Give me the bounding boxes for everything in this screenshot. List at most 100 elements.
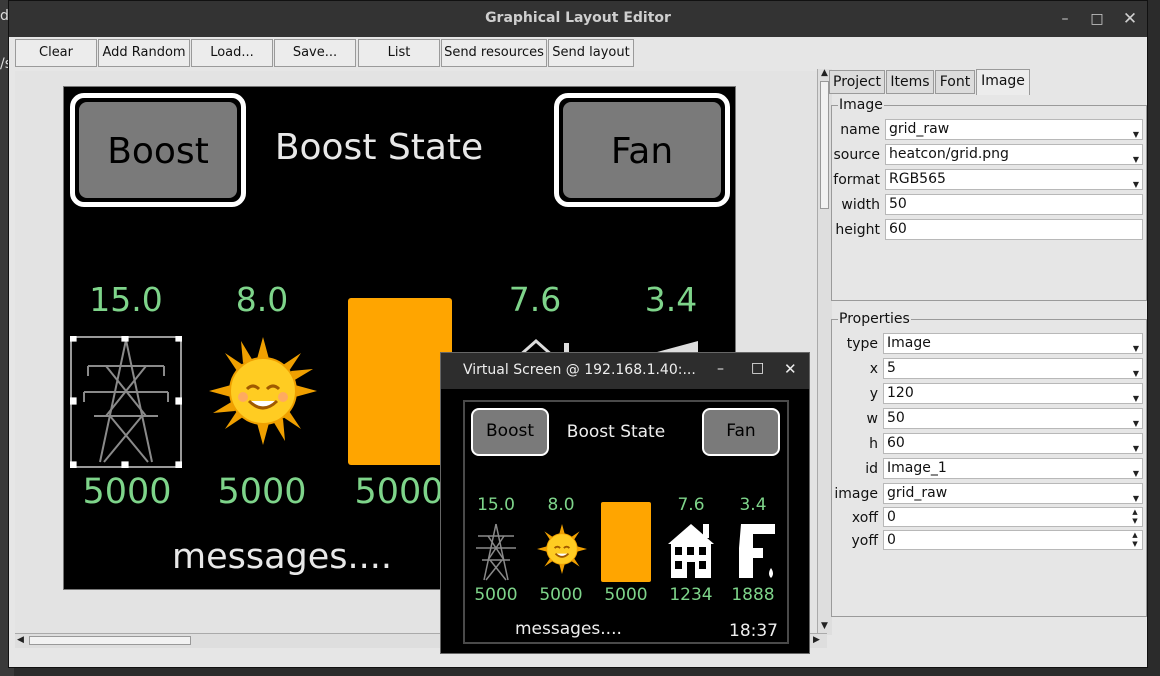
scroll-left-icon[interactable]: ◀ [17, 635, 24, 645]
virtual-display[interactable]: Boost Boost State Fan 15.0 8.0 7.6 3.4 5… [463, 400, 789, 644]
image-format-label: format [833, 172, 880, 188]
minimize-icon[interactable]: – [717, 361, 724, 377]
vs-bar-power: 5000 [604, 585, 648, 605]
save-button[interactable]: Save... [274, 39, 356, 67]
lcd-boost-label: Boost [79, 102, 237, 198]
scroll-down-icon[interactable]: ▼ [821, 621, 828, 631]
prop-image-row: image grid_raw ▼ [832, 483, 1146, 505]
maximize-icon[interactable]: □ [1087, 9, 1107, 29]
properties-panel: Project Items Font Image Image name grid… [829, 69, 1147, 649]
prop-yoff-spinbox[interactable]: 0 ▲ ▼ [883, 530, 1143, 550]
chevron-down-icon: ▼ [1132, 394, 1139, 403]
tab-items[interactable]: Items [886, 70, 934, 94]
vs-grid-power: 5000 [474, 585, 518, 605]
virtual-screen-window: Virtual Screen @ 192.168.1.40:... – □ ✕ … [440, 352, 810, 654]
chevron-down-icon: ▼ [1132, 369, 1139, 378]
tab-image[interactable]: Image [976, 69, 1030, 95]
horizontal-scroll-thumb[interactable] [29, 636, 191, 645]
window-title: Graphical Layout Editor [485, 10, 671, 26]
send-layout-button[interactable]: Send layout [548, 39, 634, 67]
image-height-label: height [835, 222, 880, 238]
load-button[interactable]: Load... [191, 39, 273, 67]
water-tap-icon [739, 524, 775, 578]
vertical-scroll-thumb[interactable] [820, 81, 829, 209]
close-icon[interactable]: ✕ [1120, 9, 1140, 29]
lcd-orange-bar [348, 298, 452, 465]
send-resources-button[interactable]: Send resources [441, 39, 547, 67]
image-group-title: Image [838, 97, 884, 113]
add-random-button[interactable]: Add Random [98, 39, 190, 67]
image-format-row: format RGB565 ▼ [832, 169, 1146, 191]
prop-x-value: 5 [887, 360, 896, 376]
prop-yoff-value: 0 [887, 532, 896, 548]
close-icon[interactable]: ✕ [784, 360, 797, 378]
prop-x-row: x 5 ▼ [832, 358, 1146, 380]
prop-image-label: image [834, 486, 878, 502]
prop-id-select[interactable]: Image_1 ▼ [883, 458, 1143, 479]
chevron-down-icon: ▼ [1132, 494, 1139, 503]
lcd-house-value: 7.6 [508, 280, 562, 319]
window-titlebar[interactable]: Graphical Layout Editor – □ ✕ [9, 1, 1147, 37]
image-name-value: grid_raw [889, 121, 950, 137]
image-height-row: height 60 [832, 219, 1146, 241]
image-name-select[interactable]: grid_raw ▼ [885, 119, 1143, 140]
prop-h-label: h [869, 436, 878, 452]
chevron-down-icon: ▼ [1132, 180, 1139, 189]
image-source-row: source heatcon/grid.png ▼ [832, 144, 1146, 166]
house-icon [668, 524, 714, 578]
spin-arrows-icon[interactable]: ▲ ▼ [1129, 508, 1141, 527]
lcd-grid-power: 5000 [82, 472, 172, 512]
image-source-label: source [833, 147, 881, 163]
scroll-right-icon[interactable]: ▶ [813, 635, 820, 645]
vs-house-power: 1234 [669, 585, 713, 605]
prop-h-row: h 60 ▼ [832, 433, 1146, 455]
maximize-icon[interactable]: □ [751, 360, 764, 376]
prop-id-value: Image_1 [887, 460, 947, 476]
prop-type-label: type [846, 336, 878, 352]
clear-button[interactable]: Clear [15, 39, 97, 67]
lcd-solar-power: 5000 [217, 472, 307, 512]
image-source-select[interactable]: heatcon/grid.png ▼ [885, 144, 1143, 165]
vs-water-power: 1888 [731, 585, 775, 605]
prop-y-select[interactable]: 120 ▼ [883, 383, 1143, 404]
prop-id-label: id [865, 461, 878, 477]
vs-time: 18:37 [729, 621, 778, 641]
lcd-message: messages.... [172, 537, 393, 577]
spin-arrows-icon[interactable]: ▲ ▼ [1129, 531, 1141, 550]
image-height-field[interactable]: 60 [885, 219, 1143, 240]
properties-group: Properties type Image ▼ x 5 ▼ y 120 ▼ w 50 ▼… [831, 311, 1147, 617]
vs-fan-button[interactable]: Fan [702, 408, 780, 456]
prop-h-select[interactable]: 60 ▼ [883, 433, 1143, 454]
prop-x-select[interactable]: 5 ▼ [883, 358, 1143, 379]
chevron-down-icon: ▼ [1132, 444, 1139, 453]
chevron-down-icon: ▼ [1132, 344, 1139, 353]
prop-image-value: grid_raw [887, 485, 948, 501]
lcd-boost-button[interactable]: Boost [70, 93, 246, 207]
lcd-fan-label: Fan [563, 102, 721, 198]
grid-pylon-icon[interactable] [70, 336, 182, 468]
prop-image-select[interactable]: grid_raw ▼ [883, 483, 1143, 504]
tab-font[interactable]: Font [935, 70, 975, 94]
image-width-field[interactable]: 50 [885, 194, 1143, 215]
image-source-value: heatcon/grid.png [889, 146, 1009, 162]
scroll-up-icon[interactable]: ▲ [821, 68, 828, 78]
vs-orange-bar [601, 502, 651, 582]
prop-w-select[interactable]: 50 ▼ [883, 408, 1143, 429]
prop-h-value: 60 [887, 435, 905, 451]
vs-solar-value: 8.0 [547, 495, 575, 515]
sun-icon [537, 524, 587, 574]
image-width-label: width [841, 197, 880, 213]
virtual-screen-titlebar[interactable]: Virtual Screen @ 192.168.1.40:... – □ ✕ [441, 353, 809, 389]
prop-xoff-spinbox[interactable]: 0 ▲ ▼ [883, 507, 1143, 527]
minimize-icon[interactable]: – [1055, 9, 1075, 29]
sun-icon [209, 337, 317, 445]
vs-boost-button[interactable]: Boost [471, 408, 549, 456]
lcd-fan-button[interactable]: Fan [554, 93, 730, 207]
prop-type-row: type Image ▼ [832, 333, 1146, 355]
image-format-select[interactable]: RGB565 ▼ [885, 169, 1143, 190]
list-button[interactable]: List [358, 39, 440, 67]
lcd-state-label: Boost State [274, 127, 484, 168]
tab-project[interactable]: Project [829, 70, 885, 94]
vs-house-value: 7.6 [677, 495, 705, 515]
prop-type-select[interactable]: Image ▼ [883, 333, 1143, 354]
